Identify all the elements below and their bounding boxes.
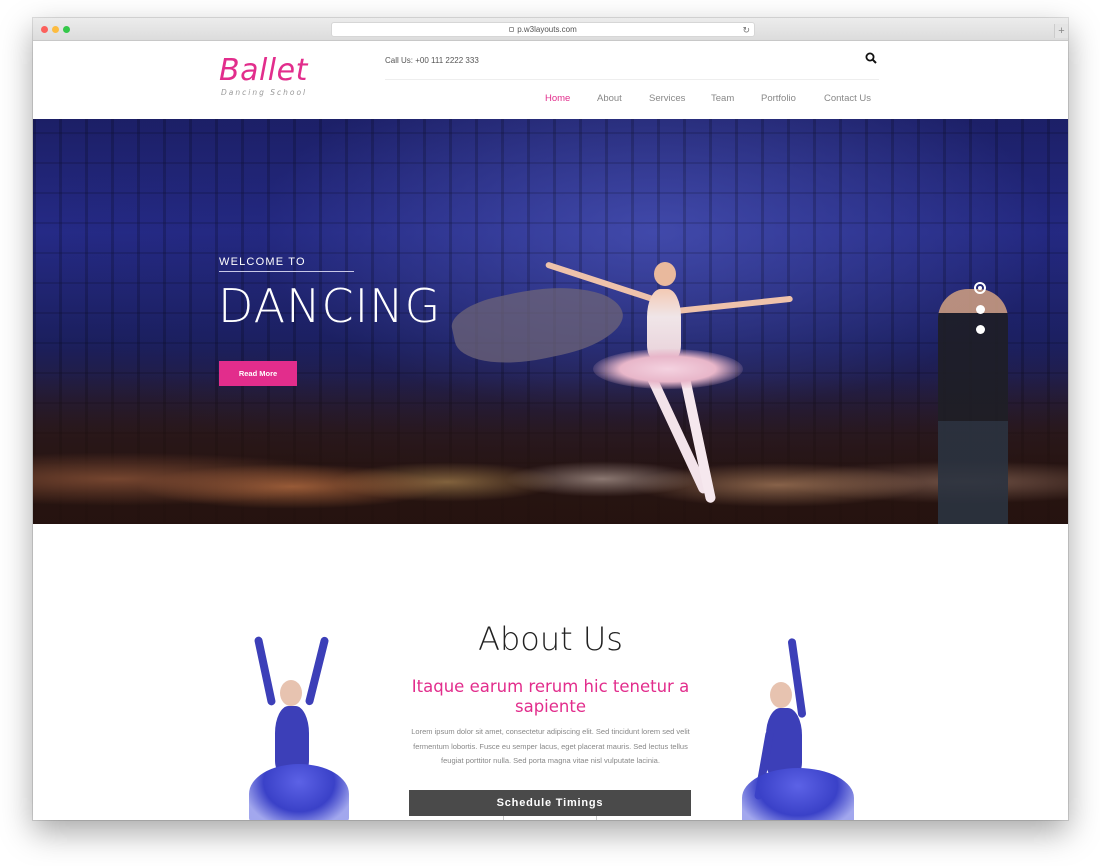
about-section: About Us Itaque earum rerum hic tenetur … xyxy=(33,524,1068,820)
minimize-window-button[interactable] xyxy=(52,26,59,33)
male-dancer-figure xyxy=(938,289,1008,524)
nav-item-team[interactable]: Team xyxy=(711,93,734,104)
search-icon[interactable] xyxy=(865,52,877,64)
address-bar[interactable]: p.w3layouts.com ↻ xyxy=(331,22,755,37)
call-us-text: Call Us: +00 111 2222 333 xyxy=(385,56,479,65)
nav-item-contact[interactable]: Contact Us xyxy=(824,93,871,104)
close-window-button[interactable] xyxy=(41,26,48,33)
ballerina-head xyxy=(654,262,676,286)
lock-icon xyxy=(509,27,515,33)
schedule-timings-button[interactable]: Schedule Timings xyxy=(409,790,691,816)
main-nav: Home About Services Team Portfolio Conta… xyxy=(33,93,1068,109)
slider-dot-1[interactable] xyxy=(974,282,986,294)
nav-item-home[interactable]: Home xyxy=(545,93,570,104)
hero-crowd-image xyxy=(33,374,1068,524)
zoom-window-button[interactable] xyxy=(63,26,70,33)
hero-welcome: WELCOME TO xyxy=(219,256,306,268)
about-title: About Us xyxy=(478,620,623,658)
about-subtitle: Itaque earum rerum hic tenetur a sapient… xyxy=(411,677,690,716)
nav-item-about[interactable]: About xyxy=(597,93,622,104)
about-body-text: Lorem ipsum dolor sit amet, consectetur … xyxy=(411,727,690,765)
hero-banner: WELCOME TO DANCING Read More xyxy=(33,119,1068,524)
nav-item-portfolio[interactable]: Portfolio xyxy=(761,93,796,104)
hero-title: DANCING xyxy=(218,279,442,333)
slider-dot-2[interactable] xyxy=(976,305,985,314)
brand-logo[interactable]: Ballet xyxy=(219,53,308,88)
site-header: Ballet Dancing School Call Us: +00 111 2… xyxy=(33,41,1068,119)
browser-window: p.w3layouts.com ↻ + Ballet Dancing Schoo… xyxy=(33,18,1068,820)
schedule-table-edge xyxy=(503,816,597,820)
browser-chrome: p.w3layouts.com ↻ + xyxy=(33,18,1068,41)
hero-welcome-underline xyxy=(219,271,354,272)
new-tab-button[interactable]: + xyxy=(1054,24,1068,38)
url-text: p.w3layouts.com xyxy=(517,25,577,34)
read-more-button[interactable]: Read More xyxy=(219,361,297,386)
ballerina-tutu xyxy=(593,349,743,389)
reload-icon[interactable]: ↻ xyxy=(742,24,750,36)
header-divider xyxy=(385,79,879,80)
slider-dot-3[interactable] xyxy=(976,325,985,334)
nav-item-services[interactable]: Services xyxy=(649,93,685,104)
